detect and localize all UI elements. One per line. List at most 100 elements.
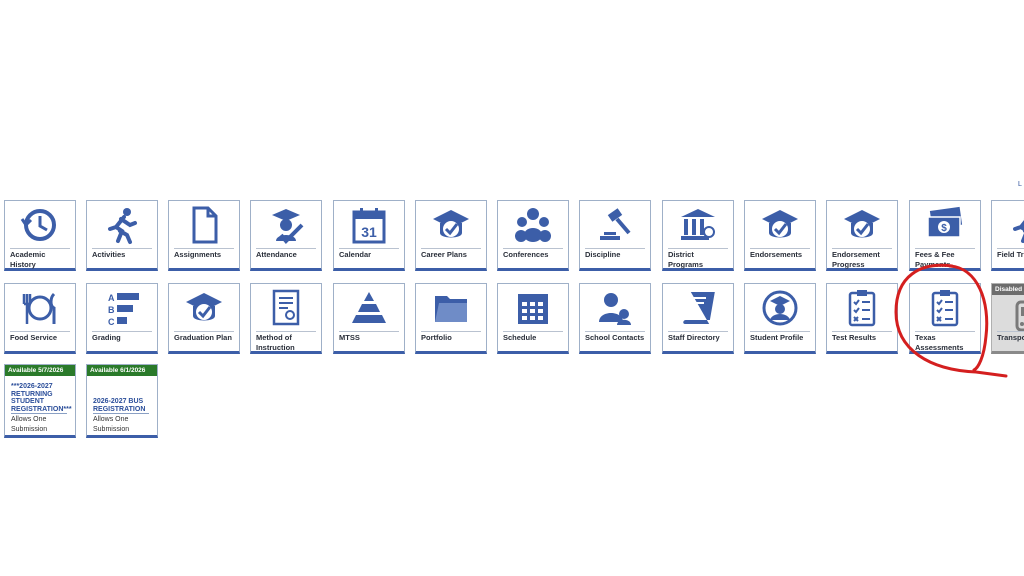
tile-divider xyxy=(503,331,563,332)
tile-label: Calendar xyxy=(339,250,372,259)
checklist-clipboard-icon xyxy=(910,287,980,329)
tile-label: Food Service xyxy=(10,333,58,342)
tile-label: Career Plans xyxy=(421,250,467,259)
form-title[interactable]: 2026-2027 BUS REGISTRATION xyxy=(93,398,153,413)
tile-label: Transpo xyxy=(997,333,1024,342)
tile-academic-history[interactable]: Academic History xyxy=(4,200,76,271)
tile-staff-directory[interactable]: Staff Directory xyxy=(662,283,734,354)
tile-divider xyxy=(503,248,563,249)
form-tile-returning-registration[interactable]: Available 5/7/2026 ***2026-2027 RETURNIN… xyxy=(4,364,76,438)
tile-calendar[interactable]: 31 Calendar xyxy=(333,200,405,271)
certificate-doc-icon xyxy=(251,287,321,329)
tile-divider xyxy=(585,248,645,249)
tile-label: Student Profile xyxy=(750,333,804,342)
tile-fees-fee-payments[interactable]: $ Fees & Fee Payments xyxy=(909,200,981,271)
tile-school-contacts[interactable]: School Contacts xyxy=(579,283,651,354)
tile-label: Grading xyxy=(92,333,121,342)
tile-test-results[interactable]: Test Results xyxy=(826,283,898,354)
student-profile-icon xyxy=(745,287,815,329)
tile-texas-assessments[interactable]: Texas Assessments xyxy=(909,283,981,354)
tile-transpo[interactable]: Disabled Transpo xyxy=(991,283,1024,354)
contacts-icon xyxy=(580,287,650,329)
form-note: Allows One Submission xyxy=(93,416,130,433)
folder-icon xyxy=(416,287,486,329)
grad-cap-check-icon xyxy=(169,287,239,329)
top-right-link[interactable]: L xyxy=(1018,181,1022,188)
tile-method-of-instruction[interactable]: Method of Instruction xyxy=(250,283,322,354)
tile-attendance[interactable]: Attendance xyxy=(250,200,322,271)
graduate-check-icon xyxy=(251,204,321,246)
form-tile-bus-registration[interactable]: Available 6/1/2026 2026-2027 BUS REGISTR… xyxy=(86,364,158,438)
grad-cap-check-icon xyxy=(416,204,486,246)
tile-divider xyxy=(256,331,316,332)
tile-divider xyxy=(92,248,152,249)
tile-divider xyxy=(421,248,481,249)
form-title[interactable]: ***2026-2027 RETURNING STUDENT REGISTRAT… xyxy=(11,383,72,413)
disabled-badge: Disabled xyxy=(992,284,1024,295)
pyramid-icon xyxy=(334,287,404,329)
tile-label: Academic History xyxy=(10,250,46,269)
tile-label: School Contacts xyxy=(585,333,645,342)
tile-divider xyxy=(668,331,728,332)
calendar-icon: 31 xyxy=(334,204,404,246)
tile-conferences[interactable]: Conferences xyxy=(497,200,569,271)
tile-activities[interactable]: Activities xyxy=(86,200,158,271)
tile-divider xyxy=(915,248,975,249)
tile-district-programs[interactable]: District Programs xyxy=(662,200,734,271)
tile-label: Discipline xyxy=(585,250,621,259)
tile-divider xyxy=(174,248,234,249)
tile-label: Endorsements xyxy=(750,250,803,259)
tile-divider xyxy=(750,331,810,332)
running-person-icon xyxy=(87,204,157,246)
tile-divider xyxy=(832,331,892,332)
tile-divider xyxy=(421,331,481,332)
tile-label: Test Results xyxy=(832,333,877,342)
tile-divider xyxy=(585,331,645,332)
tile-discipline[interactable]: Discipline xyxy=(579,200,651,271)
tile-divider xyxy=(92,331,152,332)
tile-label: Conferences xyxy=(503,250,549,259)
tile-divider xyxy=(256,248,316,249)
tile-divider xyxy=(750,248,810,249)
tile-endorsement-progress[interactable]: Endorsement Progress xyxy=(826,200,898,271)
tile-schedule[interactable]: Schedule xyxy=(497,283,569,354)
running-person-icon xyxy=(992,204,1024,246)
tile-assignments[interactable]: Assignments xyxy=(168,200,240,271)
tile-divider xyxy=(832,248,892,249)
tile-portfolio[interactable]: Portfolio xyxy=(415,283,487,354)
grad-cap-check-icon xyxy=(827,204,897,246)
svg-text:31: 31 xyxy=(361,224,377,240)
tile-label: Method of Instruction xyxy=(256,333,295,352)
tile-divider xyxy=(915,331,975,332)
form-divider xyxy=(93,413,149,414)
document-icon xyxy=(169,204,239,246)
building-certificate-icon xyxy=(663,204,733,246)
tile-food-service[interactable]: Food Service xyxy=(4,283,76,354)
tile-label: Staff Directory xyxy=(668,333,720,342)
tile-divider xyxy=(997,331,1024,332)
tile-label: District Programs xyxy=(668,250,704,269)
tile-label: Fees & Fee Payments xyxy=(915,250,955,269)
tile-label: Graduation Plan xyxy=(174,333,232,342)
history-clock-icon xyxy=(5,204,75,246)
available-badge: Available 6/1/2026 xyxy=(87,365,157,376)
tile-student-profile[interactable]: Student Profile xyxy=(744,283,816,354)
tile-field-tri[interactable]: Field Tri xyxy=(991,200,1024,271)
tile-label: Activities xyxy=(92,250,126,259)
checklist-clipboard-icon xyxy=(827,287,897,329)
available-badge: Available 5/7/2026 xyxy=(5,365,75,376)
form-divider xyxy=(11,413,67,414)
tile-grading[interactable]: A B C Grading xyxy=(86,283,158,354)
tile-label: Texas Assessments xyxy=(915,333,964,352)
tile-label: Portfolio xyxy=(421,333,452,342)
tile-graduation-plan[interactable]: Graduation Plan xyxy=(168,283,240,354)
tile-endorsements[interactable]: Endorsements xyxy=(744,200,816,271)
tile-label: Assignments xyxy=(174,250,222,259)
tile-career-plans[interactable]: Career Plans xyxy=(415,200,487,271)
money-icon: $ xyxy=(910,204,980,246)
tile-divider xyxy=(339,331,399,332)
tile-divider xyxy=(997,248,1024,249)
svg-text:B: B xyxy=(108,305,115,315)
tile-mtss[interactable]: MTSS xyxy=(333,283,405,354)
tile-divider xyxy=(668,248,728,249)
